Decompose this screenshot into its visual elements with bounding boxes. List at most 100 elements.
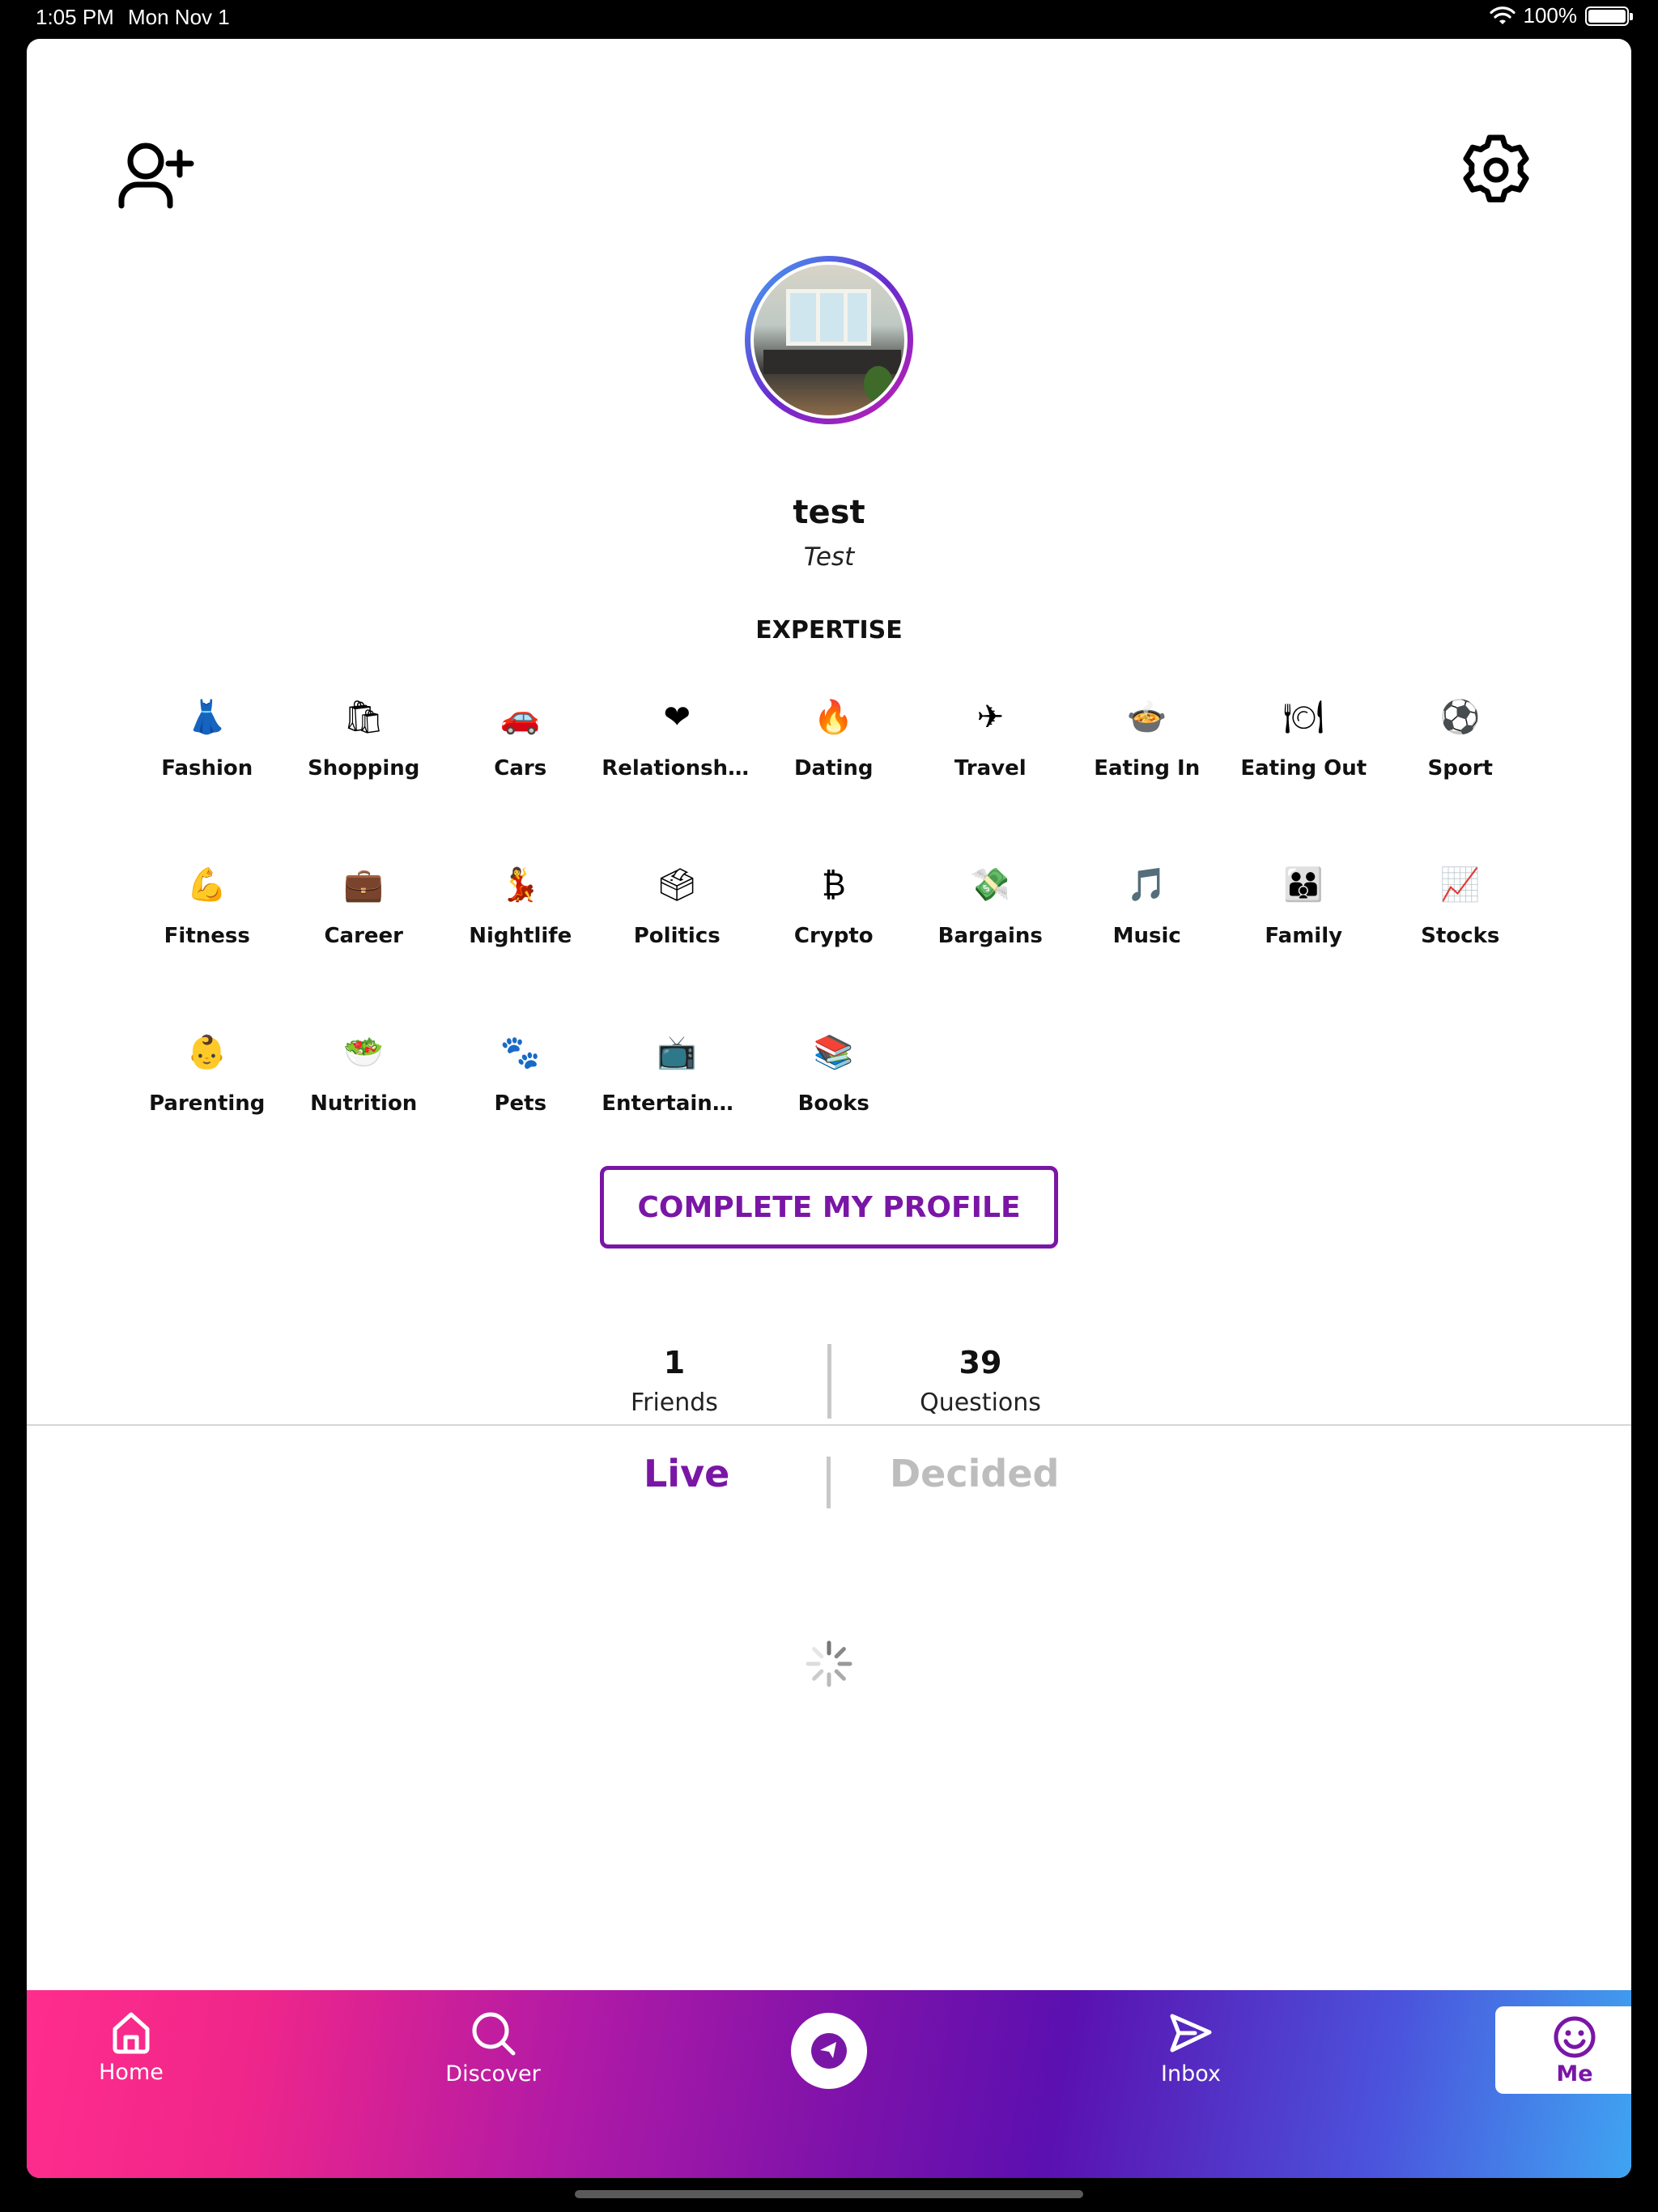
expertise-item[interactable]: 🍲 Eating In: [1069, 683, 1226, 827]
status-time: 1:05 PM: [36, 5, 114, 29]
expertise-item[interactable]: ⚽ Sport: [1382, 683, 1539, 827]
expertise-item[interactable]: 💪 Fitness: [129, 851, 286, 994]
home-icon: [113, 2012, 150, 2054]
expertise-item[interactable]: 🔥 Dating: [755, 683, 912, 827]
expertise-eating-in-icon: 🍲: [1126, 699, 1167, 736]
expertise-item[interactable]: 🛍 Shopping: [286, 683, 443, 827]
expertise-label: Nutrition: [310, 1091, 418, 1116]
expertise-item[interactable]: 🐾 Pets: [442, 1019, 599, 1162]
expertise-label: Parenting: [149, 1091, 266, 1116]
expertise-label: Eating Out: [1240, 756, 1367, 781]
expertise-travel-icon: ✈: [976, 699, 1004, 736]
profile-screen: test Test EXPERTISE 👗 Fashion 🛍 Shopping 🚗 Ca…: [27, 39, 1631, 2178]
section-divider: [27, 1424, 1631, 1426]
questions-stat[interactable]: 39 Questions: [818, 1345, 1142, 1417]
profile-name: test: [793, 494, 865, 531]
expertise-label: Politics: [633, 924, 721, 948]
expertise-dating-icon: 🔥: [813, 699, 854, 736]
expertise-nutrition-icon: 🥗: [343, 1034, 385, 1071]
tab-decided[interactable]: Decided: [890, 1452, 1059, 1495]
tabs-divider: [827, 1457, 831, 1508]
expertise-eating-out-icon: 🍽: [1282, 699, 1324, 736]
smiley-icon: [1554, 2016, 1596, 2058]
expertise-item[interactable]: 🍽 Eating Out: [1226, 683, 1383, 827]
nav-discover-label: Discover: [445, 2061, 541, 2087]
tab-live[interactable]: Live: [644, 1452, 729, 1495]
expertise-item[interactable]: 💸 Bargains: [912, 851, 1069, 994]
gear-icon[interactable]: [1457, 131, 1535, 209]
nav-home-label: Home: [99, 2060, 164, 2085]
expertise-item[interactable]: 💃 Nightlife: [442, 851, 599, 994]
expertise-cars-icon: 🚗: [500, 699, 541, 736]
expertise-label: Family: [1265, 924, 1343, 948]
expertise-label: Bargains: [937, 924, 1043, 948]
expertise-nightlife-icon: 💃: [500, 866, 541, 904]
expertise-item[interactable]: 🎵 Music: [1069, 851, 1226, 994]
expertise-item[interactable]: 📚 Books: [755, 1019, 912, 1162]
expertise-item[interactable]: ❤ Relationshi...: [599, 683, 756, 827]
expertise-label: Relationshi...: [602, 756, 753, 781]
expertise-grid: 👗 Fashion 🛍 Shopping 🚗 Cars ❤ Relationshi... 🔥 Da…: [129, 683, 1537, 1162]
expertise-item[interactable]: ₿ Crypto: [755, 851, 912, 994]
expertise-label: Fashion: [161, 756, 253, 781]
search-icon: [472, 2012, 516, 2056]
nav-inbox[interactable]: Inbox: [1118, 1990, 1264, 2112]
expertise-career-icon: 💼: [343, 866, 385, 904]
expertise-relationshi-icon: ❤: [663, 699, 691, 736]
expertise-item[interactable]: ✈ Travel: [912, 683, 1069, 827]
expertise-fashion-icon: 👗: [186, 699, 227, 736]
expertise-label: Fitness: [164, 924, 250, 948]
expertise-title: EXPERTISE: [755, 616, 903, 644]
friends-label: Friends: [631, 1389, 718, 1417]
expertise-item[interactable]: 📈 Stocks: [1382, 851, 1539, 994]
expertise-label: Shopping: [308, 756, 420, 781]
expertise-stocks-icon: 📈: [1439, 866, 1481, 904]
expertise-label: Travel: [954, 756, 1027, 781]
bottom-nav: Home Discover Inbox Me: [27, 1990, 1631, 2178]
complete-profile-button[interactable]: COMPLETE MY PROFILE: [600, 1166, 1058, 1249]
status-bar: 1:05 PM Mon Nov 1 100%: [0, 0, 1658, 39]
expertise-item[interactable]: 👶 Parenting: [129, 1019, 286, 1162]
question-tabs: Live Decided: [27, 1452, 1631, 1516]
expertise-family-icon: 👪: [1283, 866, 1324, 904]
expertise-item[interactable]: 💼 Career: [286, 851, 443, 994]
expertise-politics-icon: 🗳: [656, 866, 698, 904]
ask-icon: [811, 2033, 847, 2069]
status-right: 100%: [1489, 3, 1633, 28]
stats-row: 1 Friends 39 Questions: [27, 1304, 1631, 1419]
add-user-icon[interactable]: [113, 134, 194, 215]
expertise-item[interactable]: 🚗 Cars: [442, 683, 599, 827]
expertise-label: Crypto: [793, 924, 874, 948]
nav-home[interactable]: Home: [58, 1990, 204, 2112]
nav-discover[interactable]: Discover: [420, 1990, 566, 2112]
nav-me-label: Me: [1556, 2061, 1593, 2087]
expertise-label: Sport: [1427, 756, 1493, 781]
nav-inbox-label: Inbox: [1161, 2061, 1221, 2087]
expertise-crypto-icon: ₿: [821, 866, 846, 904]
expertise-books-icon: 📚: [813, 1034, 854, 1071]
nav-ask-button[interactable]: [791, 2013, 867, 2089]
expertise-label: Career: [324, 924, 404, 948]
expertise-item[interactable]: 🥗 Nutrition: [286, 1019, 443, 1162]
expertise-label: Eating In: [1094, 756, 1201, 781]
expertise-fitness-icon: 💪: [186, 866, 227, 904]
questions-label: Questions: [920, 1389, 1041, 1417]
expertise-label: Stocks: [1421, 924, 1500, 948]
send-icon: [1170, 2014, 1212, 2052]
home-indicator[interactable]: [575, 2190, 1083, 2198]
battery-percent: 100%: [1523, 3, 1578, 28]
expertise-item[interactable]: 👪 Family: [1226, 851, 1383, 994]
nav-me[interactable]: Me: [1495, 2006, 1631, 2094]
expertise-label: Books: [797, 1091, 869, 1116]
friends-stat[interactable]: 1 Friends: [512, 1345, 836, 1417]
avatar-photo: [750, 262, 908, 419]
avatar[interactable]: [745, 256, 913, 424]
expertise-item[interactable]: 📺 Entertainm...: [599, 1019, 756, 1162]
battery-icon: [1585, 6, 1633, 26]
expertise-pets-icon: 🐾: [500, 1034, 541, 1071]
expertise-bargains-icon: 💸: [970, 866, 1011, 904]
expertise-item[interactable]: 👗 Fashion: [129, 683, 286, 827]
expertise-item[interactable]: 🗳 Politics: [599, 851, 756, 994]
expertise-label: Entertainm...: [602, 1091, 753, 1116]
loading-spinner-icon: [806, 1640, 852, 1687]
